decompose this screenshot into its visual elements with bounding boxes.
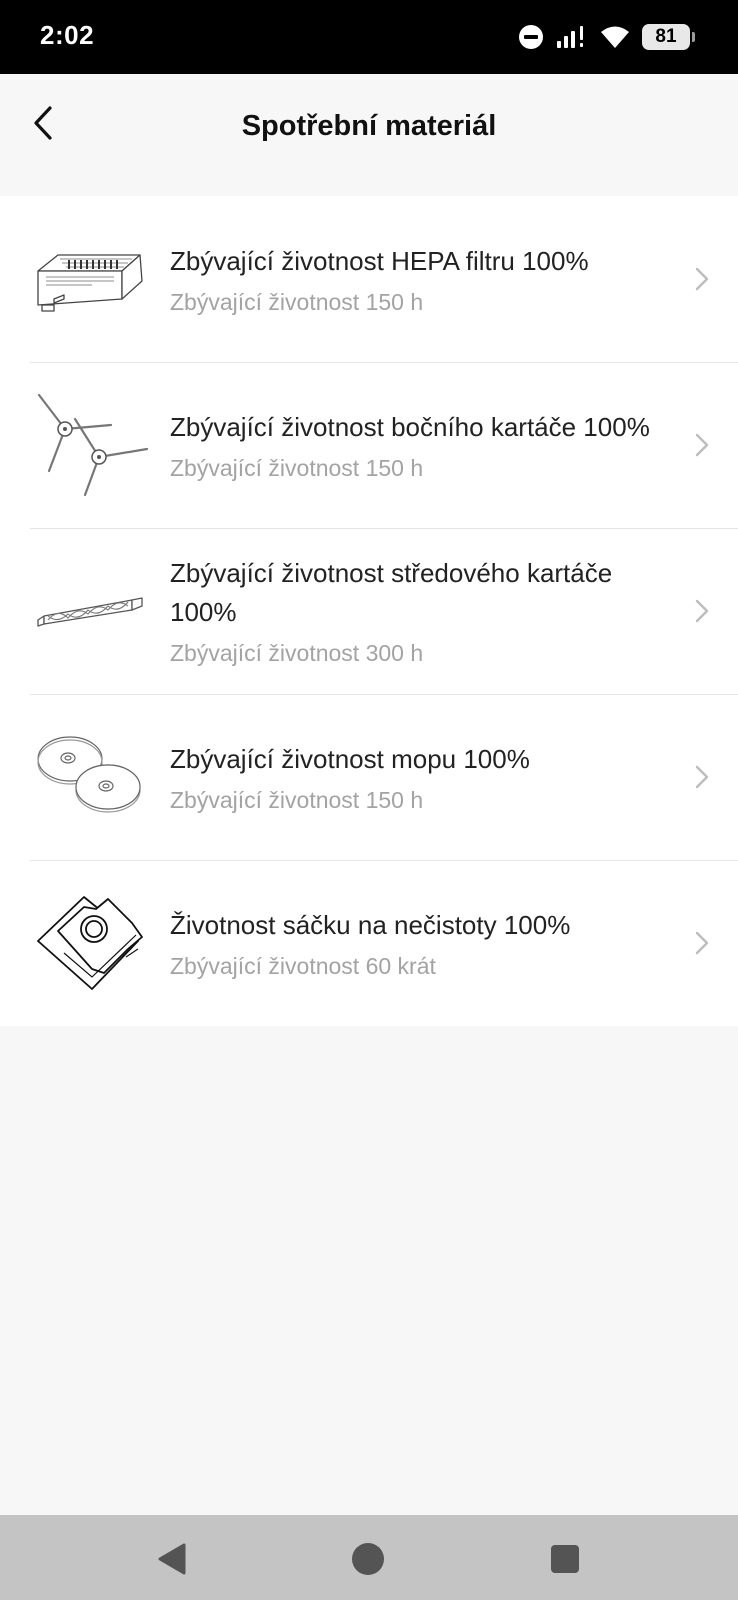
consumable-title: Životnost sáčku na nečistoty 100% [170, 909, 571, 940]
chevron-right-icon [695, 267, 709, 291]
hepa-filter-icon [37, 254, 143, 312]
consumable-remaining: Zbývající životnost 150 h [170, 786, 424, 813]
home-circle-icon [352, 1543, 384, 1575]
consumable-title: Zbývající životnost mopu 100% [170, 743, 530, 774]
status-bar: 2:02 81 [0, 0, 738, 74]
chevron-right-icon [695, 599, 709, 623]
consumable-row-main-brush[interactable]: Zbývající životnost středového kartáče 1… [0, 528, 738, 694]
signal-icon [557, 26, 583, 48]
do-not-disturb-icon [519, 25, 543, 49]
consumable-row-mop[interactable]: Zbývající životnost mopu 100% Zbývající … [0, 694, 738, 860]
battery-level: 81 [655, 26, 677, 47]
battery-icon: 81 [642, 24, 695, 50]
recents-square-icon [551, 1545, 579, 1573]
navigation-bar [0, 1515, 738, 1600]
consumable-row-hepa-filter[interactable]: Zbývající životnost HEPA filtru 100% Zbý… [0, 196, 738, 362]
side-brush-icon [37, 393, 149, 497]
mop-pads-icon [37, 736, 141, 813]
wifi-icon [601, 26, 629, 48]
chevron-right-icon [695, 433, 709, 457]
consumable-title: Zbývající životnost středového kartáče 1… [170, 558, 613, 627]
dust-bag-icon [37, 896, 143, 990]
status-icons: 81 [518, 22, 695, 52]
page-title: Spotřební materiál [241, 110, 497, 142]
chevron-right-icon [695, 765, 709, 789]
main-brush-icon [37, 597, 143, 627]
consumable-remaining: Zbývající životnost 150 h [170, 288, 424, 315]
nav-back-button[interactable] [150, 1537, 194, 1581]
consumable-title: Zbývající životnost HEPA filtru 100% [170, 245, 589, 276]
consumable-row-side-brush[interactable]: Zbývající životnost bočního kartáče 100%… [0, 362, 738, 528]
consumable-remaining: Zbývající životnost 150 h [170, 454, 424, 481]
consumable-title: Zbývající životnost bočního kartáče 100% [170, 411, 650, 442]
status-time: 2:02 [40, 20, 95, 50]
nav-home-button[interactable] [346, 1537, 390, 1581]
consumable-row-dust-bag[interactable]: Životnost sáčku na nečistoty 100% Zbývaj… [0, 860, 738, 1026]
consumables-list: Zbývající životnost HEPA filtru 100% Zbý… [0, 196, 738, 1026]
chevron-right-icon [695, 931, 709, 955]
consumable-remaining: Zbývající životnost 300 h [170, 640, 424, 666]
back-triangle-icon [158, 1543, 186, 1575]
nav-recents-button[interactable] [543, 1537, 587, 1581]
header: Spotřební materiál [0, 74, 738, 196]
consumable-remaining: Zbývající životnost 60 krát [170, 952, 436, 979]
